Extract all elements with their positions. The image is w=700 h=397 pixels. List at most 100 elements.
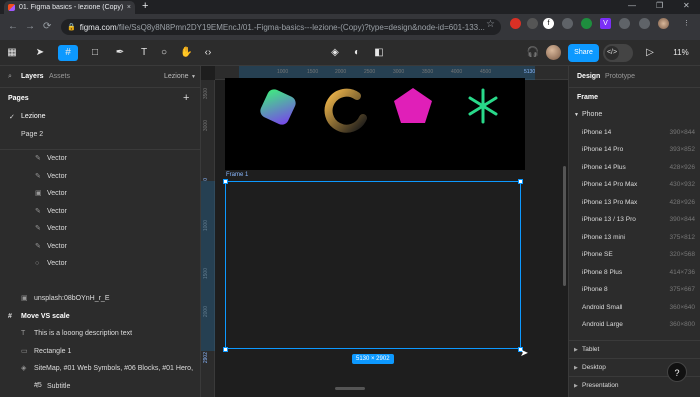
- bookmark-star-icon[interactable]: ☆: [486, 19, 495, 30]
- layer-row[interactable]: ✎ Vector: [0, 220, 200, 237]
- chevron-down-icon[interactable]: ▼: [574, 112, 579, 118]
- preset-name: iPhone 13 Pro Max: [582, 198, 638, 206]
- move-tool-icon[interactable]: ➤: [33, 45, 47, 61]
- preset-item[interactable]: iPhone 14 Pro 393×852: [569, 141, 700, 159]
- pen-tool-icon[interactable]: ✒: [113, 45, 127, 61]
- selected-frame[interactable]: [225, 181, 521, 349]
- minimize-icon[interactable]: —: [628, 1, 636, 10]
- headphones-icon[interactable]: 🎧: [526, 45, 540, 61]
- resize-handle-bottom-left[interactable]: [223, 347, 228, 352]
- layer-row[interactable]: ✎ Vector: [0, 203, 200, 220]
- layer-row-frame[interactable]: # Move VS scale: [0, 308, 200, 325]
- page-dropdown[interactable]: Lezione: [164, 73, 189, 80]
- comment-tool-icon[interactable]: ○: [158, 45, 170, 61]
- extension-v-icon[interactable]: V: [600, 18, 611, 29]
- forward-icon[interactable]: →: [25, 21, 35, 32]
- layer-row[interactable]: ▭ Rectangle 1: [0, 343, 200, 360]
- extension-apps-icon[interactable]: [562, 18, 573, 29]
- back-icon[interactable]: ←: [8, 21, 18, 32]
- help-button[interactable]: ?: [667, 362, 687, 382]
- group-tablet[interactable]: ▶ Tablet: [569, 340, 700, 358]
- user-avatar[interactable]: [546, 45, 561, 60]
- resize-handle-top-right[interactable]: [518, 179, 523, 184]
- preset-size: 360×640: [669, 303, 696, 311]
- layer-row[interactable]: T Subtitle: [0, 378, 200, 395]
- preset-item[interactable]: iPhone 14 390×844: [569, 124, 700, 142]
- profile-avatar[interactable]: [658, 18, 669, 29]
- extensions-puzzle-icon[interactable]: [619, 18, 630, 29]
- horizontal-scrollbar[interactable]: [335, 387, 365, 390]
- ruler-tick: 4500: [480, 69, 492, 75]
- layer-row[interactable]: ✎ Vector: [0, 150, 200, 167]
- layer-row[interactable]: ◈ SiteMap, #01 Web Symbols, #06 Blocks, #…: [0, 360, 200, 389]
- browser-menu-icon[interactable]: ⋮: [681, 18, 692, 29]
- preset-item[interactable]: iPhone 13 Pro Max 428×926: [569, 194, 700, 212]
- tab-design[interactable]: Design: [577, 73, 600, 80]
- extension-grey-icon[interactable]: [527, 18, 538, 29]
- new-tab-button[interactable]: +: [142, 0, 148, 12]
- extension-f-icon[interactable]: f: [543, 18, 554, 29]
- ruler-tick: 2000: [335, 69, 347, 75]
- frame-label[interactable]: Frame 1: [226, 172, 248, 178]
- preset-item[interactable]: iPhone 14 Pro Max 430×932: [569, 176, 700, 194]
- preset-size: 375×667: [669, 286, 696, 293]
- tab-close-icon[interactable]: ×: [127, 4, 131, 11]
- pentagon-shape: [394, 88, 432, 123]
- boolean-tool-icon[interactable]: ◧: [372, 45, 386, 61]
- resize-handle-top-left[interactable]: [223, 179, 228, 184]
- layer-row[interactable]: ▣ unsplash:08bOYnH_r_E: [0, 290, 200, 307]
- hand-tool-icon[interactable]: ✋: [180, 45, 192, 61]
- artwork-frame[interactable]: [225, 78, 525, 170]
- window-close-icon[interactable]: ✕: [683, 1, 690, 10]
- text-icon: T: [21, 330, 26, 337]
- main-menu-icon[interactable]: ▦: [6, 45, 18, 61]
- zoom-level[interactable]: 11%: [669, 45, 693, 61]
- preset-size: 360×800: [669, 321, 696, 328]
- text-tool-icon[interactable]: T: [138, 45, 150, 61]
- shape-tool-icon[interactable]: □: [88, 45, 102, 61]
- mask-tool-icon[interactable]: ◐: [350, 45, 364, 61]
- search-icon[interactable]: ⌕: [8, 73, 12, 81]
- chevron-down-icon[interactable]: ▼: [191, 74, 196, 80]
- layer-row[interactable]: ✎ Vector: [0, 238, 200, 255]
- preset-item[interactable]: iPhone 14 Plus 428×926: [569, 159, 700, 177]
- maximize-icon[interactable]: ❐: [656, 1, 663, 10]
- layer-row[interactable]: ✎ Vector: [0, 168, 200, 185]
- component-icon: ◈: [21, 365, 27, 372]
- browser-tab[interactable]: 01. Figma basics - lezione (Copy) ×: [4, 1, 135, 14]
- extension-green-icon[interactable]: [581, 18, 592, 29]
- preset-item[interactable]: Android Small 360×640: [569, 299, 700, 317]
- reload-icon[interactable]: ⟳: [43, 21, 51, 32]
- extension-red-icon[interactable]: [510, 18, 521, 29]
- preset-item[interactable]: iPhone 13 mini 375×812: [569, 229, 700, 247]
- sidepanel-icon[interactable]: [639, 18, 650, 29]
- canvas[interactable]: 1000 1500 2000 2500 3000 3500 4000 4500 …: [201, 66, 568, 397]
- actions-tool-icon[interactable]: ‹›: [202, 45, 214, 61]
- address-bar[interactable]: 🔒 figma.com/file/SsQ8y8N8Pmn2DY19EMEncJ/…: [61, 19, 501, 35]
- preset-name: iPhone SE: [582, 251, 613, 258]
- layer-row[interactable]: ▣ Vector: [0, 185, 200, 202]
- phone-group-label[interactable]: Phone: [582, 111, 602, 118]
- layer-row[interactable]: ○ Vector: [0, 255, 200, 272]
- design-panel: Design Prototype Frame ▼ Phone iPhone 14…: [568, 66, 700, 397]
- design-panel-tabs: Design Prototype: [569, 66, 700, 88]
- preset-item[interactable]: Android Large 360×800: [569, 316, 700, 334]
- preset-item[interactable]: iPhone SE 320×568: [569, 246, 700, 264]
- tab-layers[interactable]: Layers: [21, 73, 44, 80]
- present-icon[interactable]: ▷: [644, 45, 656, 61]
- page-item-page-2[interactable]: Page 2: [21, 131, 43, 138]
- preset-item[interactable]: iPhone 8 375×667: [569, 281, 700, 299]
- dev-mode-toggle[interactable]: </>: [603, 44, 633, 62]
- layer-row[interactable]: T This is a looong description text: [0, 325, 200, 342]
- preset-item[interactable]: iPhone 8 Plus 414×736: [569, 264, 700, 282]
- component-tool-icon[interactable]: ◈: [328, 45, 342, 61]
- page-item-lezione[interactable]: Lezione: [21, 113, 46, 120]
- add-page-button[interactable]: +: [183, 92, 189, 104]
- share-button[interactable]: Share: [568, 44, 599, 62]
- preset-item[interactable]: iPhone 13 / 13 Pro 390×844: [569, 211, 700, 229]
- tab-prototype[interactable]: Prototype: [605, 73, 635, 80]
- frame-tool-icon[interactable]: #: [58, 45, 78, 61]
- tab-assets[interactable]: Assets: [49, 73, 70, 80]
- vertical-scrollbar[interactable]: [563, 166, 566, 286]
- layer-label: Subtitle: [47, 383, 71, 390]
